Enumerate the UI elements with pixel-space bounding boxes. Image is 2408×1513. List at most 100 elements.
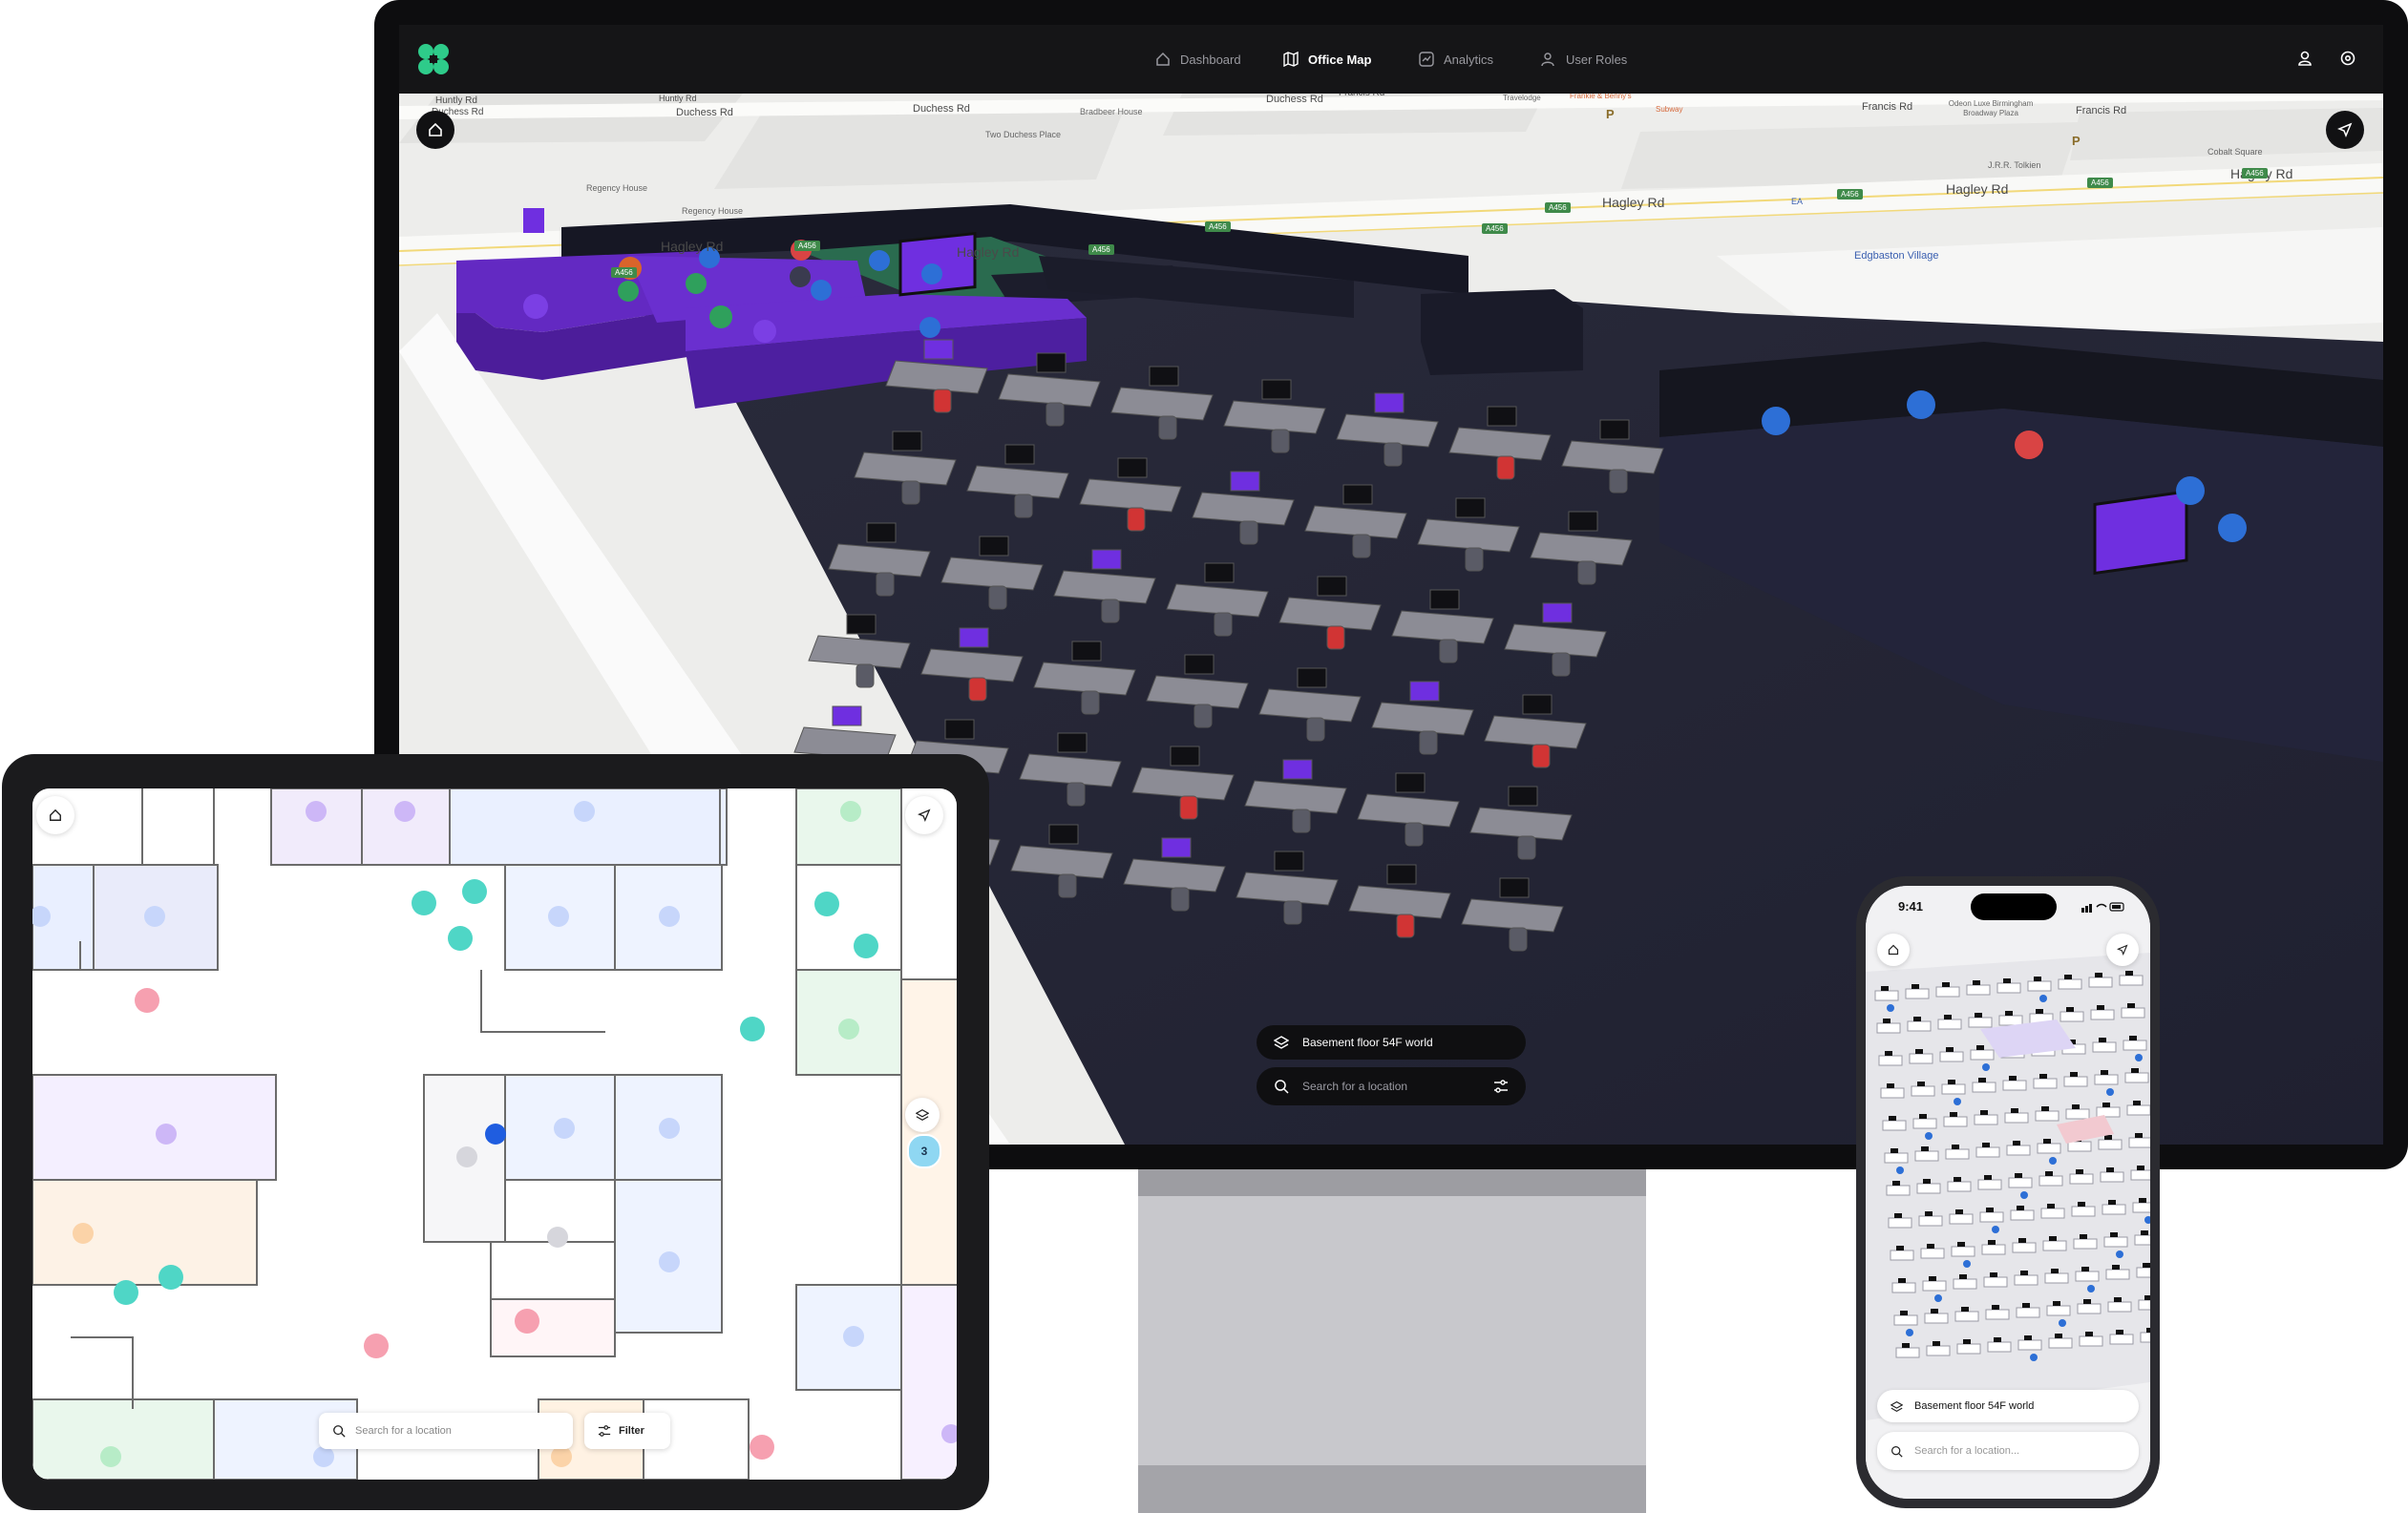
poi-marker-icon[interactable]	[2059, 1319, 2066, 1327]
nav-dashboard[interactable]: Dashboard	[1155, 25, 1241, 94]
plant-area-poi-icon[interactable]	[840, 801, 861, 822]
monitor	[2099, 1038, 2106, 1042]
security-poi-icon[interactable]	[554, 1118, 575, 1139]
poi-marker-icon[interactable]	[2039, 995, 2047, 1002]
poi-marker-icon[interactable]	[1925, 1132, 1933, 1140]
accessible-toilet-poi-icon[interactable]	[515, 1309, 539, 1334]
poi-marker-icon[interactable]	[1982, 1063, 1990, 1071]
monitor	[2005, 1011, 2013, 1016]
accessible-poi-icon[interactable]	[114, 1280, 138, 1305]
locate-button[interactable]	[905, 796, 943, 834]
accessible-poi-icon[interactable]	[158, 1265, 183, 1290]
accessible-poi-icon[interactable]	[462, 879, 487, 904]
accessible-toilet-poi-icon[interactable]	[364, 1334, 389, 1358]
security-poi-icon[interactable]	[843, 1326, 864, 1347]
accessible-poi-icon[interactable]	[740, 1017, 765, 1041]
meeting-poi-icon[interactable]	[659, 906, 680, 927]
poi-marker-icon[interactable]	[2106, 1088, 2114, 1096]
meeting-poi-icon[interactable]	[659, 1118, 680, 1139]
accessible-poi-icon[interactable]	[709, 305, 732, 328]
home-view-button[interactable]	[1877, 934, 1910, 966]
toilet-poi-icon[interactable]	[306, 801, 327, 822]
meeting-poi-icon[interactable]	[921, 263, 942, 284]
search-placeholder[interactable]: Search for a location	[1302, 1080, 1480, 1093]
toilet-poi-icon[interactable]	[156, 1124, 177, 1145]
floor-selector[interactable]: Basement floor 54F world	[1877, 1390, 2139, 1422]
meeting-poi-icon[interactable]	[574, 801, 595, 822]
filter-button[interactable]: Filter	[584, 1413, 670, 1449]
poi-marker-icon[interactable]	[2087, 1285, 2095, 1292]
meeting-poi-icon[interactable]	[869, 250, 890, 271]
meeting-poi-icon[interactable]	[144, 906, 165, 927]
poi-marker-icon[interactable]	[1906, 1329, 1913, 1336]
poi-marker-icon[interactable]	[2030, 1354, 2038, 1361]
current-location-dot[interactable]	[485, 1124, 506, 1145]
floor-plan-2d[interactable]	[32, 788, 957, 1480]
monitor	[1902, 1343, 1910, 1348]
workstation-poi-icon[interactable]	[456, 1146, 477, 1167]
layers-button[interactable]	[905, 1098, 940, 1132]
monitor	[1931, 1309, 1938, 1313]
app-logo-icon[interactable]	[416, 42, 451, 76]
floor-selector[interactable]: Basement floor 54F world	[1257, 1025, 1526, 1060]
poi-marker-icon[interactable]	[1887, 1004, 1894, 1012]
poi-marker-icon[interactable]	[2020, 1191, 2028, 1199]
plant-area-poi-icon[interactable]	[100, 1446, 121, 1467]
user-icon[interactable]	[2295, 49, 2314, 68]
road-label: Francis Rd	[1862, 101, 1913, 113]
home-view-button[interactable]	[416, 111, 454, 149]
meeting-poi-icon[interactable]	[1762, 407, 1790, 435]
meeting-poi-icon[interactable]	[1907, 390, 1935, 419]
meeting-poi-icon[interactable]	[548, 906, 569, 927]
nav-analytics[interactable]: Analytics	[1419, 25, 1493, 94]
plant-area-poi-icon[interactable]	[838, 1019, 859, 1040]
locate-button[interactable]	[2106, 934, 2139, 966]
toilet-poi-icon[interactable]	[753, 320, 776, 343]
toilet-poi-icon[interactable]	[523, 294, 548, 319]
monitor-poi-icon[interactable]	[919, 317, 940, 338]
toilet-poi-icon[interactable]	[394, 801, 415, 822]
desk	[1895, 1347, 1920, 1358]
accessible-toilet-poi-icon[interactable]	[750, 1435, 774, 1460]
meeting-poi-icon[interactable]	[2015, 431, 2043, 459]
chair	[1439, 639, 1458, 663]
accessible-poi-icon[interactable]	[814, 892, 839, 916]
accessible-poi-icon[interactable]	[412, 891, 436, 915]
poi-marker-icon[interactable]	[2049, 1157, 2057, 1165]
search-placeholder[interactable]: Search for a location	[355, 1425, 452, 1437]
nav-office-map[interactable]: Office Map	[1283, 25, 1371, 94]
meeting-poi-icon[interactable]	[2176, 476, 2205, 505]
poi-marker-icon[interactable]	[1963, 1260, 1971, 1268]
accessible-toilet-poi-icon[interactable]	[135, 988, 159, 1013]
poi-marker-icon[interactable]	[2116, 1250, 2123, 1258]
nav-user-roles[interactable]: User Roles	[1541, 25, 1627, 94]
accessible-poi-icon[interactable]	[854, 934, 878, 958]
poi-marker-icon[interactable]	[1896, 1166, 1904, 1174]
floor-count-badge[interactable]: 3	[907, 1134, 941, 1168]
filter-sliders-icon[interactable]	[1493, 1079, 1509, 1094]
accessible-poi-icon[interactable]	[686, 273, 707, 294]
search-placeholder[interactable]: Search for a location...	[1914, 1445, 2019, 1457]
a456-shield: A456	[1205, 221, 1231, 232]
meeting-poi-icon[interactable]	[313, 1446, 334, 1467]
location-search-bar[interactable]: Search for a location...	[1877, 1432, 2139, 1470]
locate-button[interactable]	[2326, 111, 2364, 149]
monitor-poi-icon[interactable]	[2218, 514, 2247, 542]
accessible-poi-icon[interactable]	[448, 926, 473, 951]
location-search-bar[interactable]: Search for a location	[319, 1413, 573, 1449]
restaurant-poi-icon[interactable]	[73, 1223, 94, 1244]
settings-icon[interactable]	[2338, 49, 2357, 68]
location-search-bar[interactable]: Search for a location	[1257, 1067, 1526, 1105]
car-poi-icon[interactable]	[659, 1251, 680, 1272]
monitor-poi-icon[interactable]	[811, 280, 832, 301]
home-view-button[interactable]	[36, 796, 74, 834]
poi-marker-icon[interactable]	[1934, 1294, 1942, 1302]
workstation-poi-icon[interactable]	[790, 266, 811, 287]
desk	[1890, 1250, 1914, 1261]
poi-marker-icon[interactable]	[1992, 1226, 1999, 1233]
accessible-poi-icon[interactable]	[618, 281, 639, 302]
seat-poi-icon[interactable]	[547, 1227, 568, 1248]
restaurant-poi-icon[interactable]	[551, 1446, 572, 1467]
poi-marker-icon[interactable]	[2135, 1054, 2143, 1061]
poi-marker-icon[interactable]	[1954, 1098, 1961, 1105]
